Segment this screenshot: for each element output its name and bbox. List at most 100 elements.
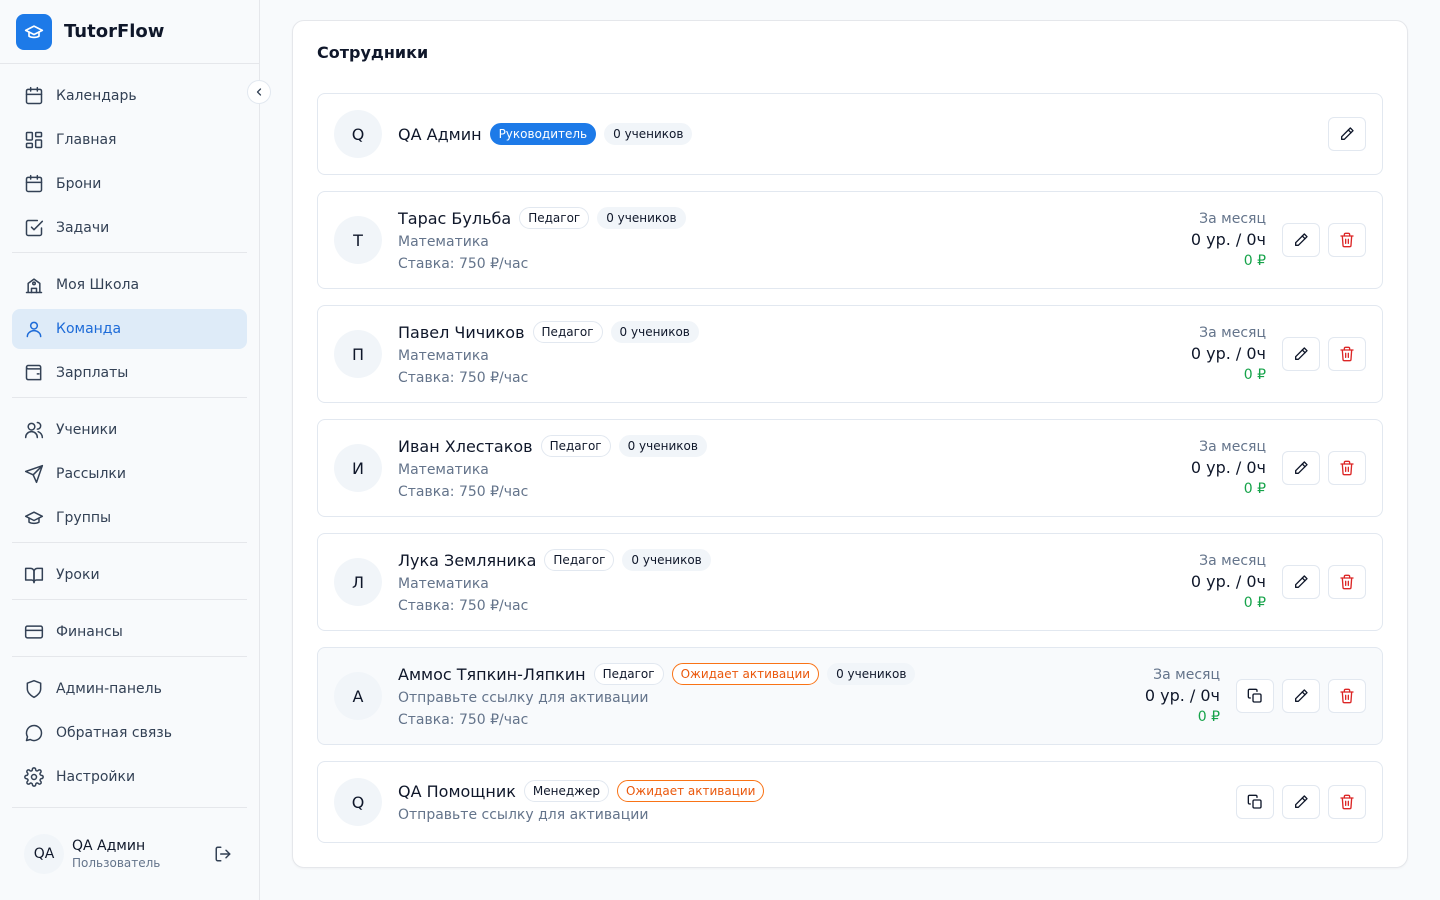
staff-row: П Павел Чичиков Педагог 0 учеников Математик…	[317, 305, 1383, 403]
staff-info: Тарас Бульба Педагог 0 учеников Математика С…	[398, 206, 694, 274]
brand: TutorFlow	[0, 0, 259, 64]
sidebar-item-checkbox-0-3[interactable]: Задачи	[12, 208, 247, 248]
user-profile: QA QA Админ Пользователь	[12, 807, 247, 900]
students-count-badge: 0 учеников	[622, 549, 711, 571]
sidebar-item-label: Команда	[56, 321, 122, 337]
delete-button[interactable]	[1328, 679, 1366, 713]
sidebar: TutorFlow Календарь Главная Брони Задачи Моя…	[0, 0, 260, 900]
role-badge: Педагог	[540, 435, 611, 457]
checkbox-icon	[24, 218, 44, 238]
stats-lessons-hours: 0 ур. / 0ч	[1190, 458, 1266, 477]
sidebar-item-calendar-0-0[interactable]: Календарь	[12, 76, 247, 116]
avatar: Q	[334, 110, 382, 158]
sidebar-item-gear-5-2[interactable]: Настройки	[12, 757, 247, 797]
graduation-cap-icon	[24, 508, 44, 528]
collapse-sidebar-button[interactable]	[247, 80, 271, 104]
stats-earnings: 0 ₽	[1243, 367, 1266, 383]
dashboard-icon	[24, 130, 44, 150]
logout-icon[interactable]	[211, 842, 235, 866]
edit-button[interactable]	[1328, 117, 1366, 151]
avatar[interactable]: QA	[24, 834, 64, 874]
delete-button[interactable]	[1328, 785, 1366, 819]
sidebar-item-label: Уроки	[56, 567, 100, 583]
avatar: Т	[334, 216, 382, 264]
stats-label: За месяц	[1153, 667, 1220, 683]
sidebar-item-label: Обратная связь	[56, 725, 172, 741]
sidebar-item-dashboard-0-1[interactable]: Главная	[12, 120, 247, 160]
edit-button[interactable]	[1282, 337, 1320, 371]
stats-earnings: 0 ₽	[1197, 709, 1220, 725]
delete-button[interactable]	[1328, 223, 1366, 257]
stats-label: За месяц	[1199, 439, 1266, 455]
sidebar-item-school-1-0[interactable]: Моя Школа	[12, 265, 247, 305]
role-badge: Педагог	[519, 207, 590, 229]
delete-button[interactable]	[1328, 565, 1366, 599]
sidebar-item-user-1-1[interactable]: Команда	[12, 309, 247, 349]
pencil-icon	[1293, 346, 1309, 362]
sidebar-item-graduation-cap-2-2[interactable]: Группы	[12, 498, 247, 538]
stats-lessons-hours: 0 ур. / 0ч	[1190, 572, 1266, 591]
trash-icon	[1339, 232, 1355, 248]
sidebar-nav: Календарь Главная Брони Задачи Моя Школа Кома…	[0, 64, 259, 797]
staff-name: Лука Земляника	[398, 550, 537, 570]
delete-button[interactable]	[1328, 451, 1366, 485]
staff-row: А Аммос Тяпкин-Ляпкин Педагог Ожидает актив…	[317, 647, 1383, 745]
avatar: И	[334, 444, 382, 492]
copy-link-button[interactable]	[1236, 785, 1274, 819]
divider	[12, 656, 247, 657]
user-icon	[24, 319, 44, 339]
staff-info: Лука Земляника Педагог 0 учеников Математик…	[398, 548, 719, 616]
staff-name: QA Помощник	[398, 781, 516, 801]
staff-rate: Ставка: 750 ₽/час	[398, 598, 529, 614]
avatar: Л	[334, 558, 382, 606]
staff-name: Аммос Тяпкин-Ляпкин	[398, 664, 586, 684]
role-badge: Педагог	[593, 663, 664, 685]
edit-button[interactable]	[1282, 785, 1320, 819]
name-line: Тарас Бульба Педагог 0 учеников	[398, 206, 694, 230]
message-icon	[24, 723, 44, 743]
staff-rate: Ставка: 750 ₽/час	[398, 712, 529, 728]
students-count-badge: 0 учеников	[597, 207, 686, 229]
school-icon	[24, 275, 44, 295]
app-name: TutorFlow	[64, 21, 165, 42]
sidebar-item-label: Моя Школа	[56, 277, 140, 293]
name-line: Аммос Тяпкин-Ляпкин Педагог Ожидает актива…	[398, 662, 923, 686]
activation-hint: Отправьте ссылку для активации	[398, 807, 649, 823]
stats-earnings: 0 ₽	[1243, 595, 1266, 611]
avatar: П	[334, 330, 382, 378]
sidebar-item-label: Главная	[56, 132, 117, 148]
divider	[12, 599, 247, 600]
staff-rate: Ставка: 750 ₽/час	[398, 370, 529, 386]
copy-link-button[interactable]	[1236, 679, 1274, 713]
user-role: Пользователь	[72, 856, 161, 870]
sidebar-item-label: Группы	[56, 510, 112, 526]
edit-button[interactable]	[1282, 565, 1320, 599]
sidebar-item-label: Зарплаты	[56, 365, 129, 381]
students-count-badge: 0 учеников	[618, 435, 707, 457]
pencil-icon	[1293, 574, 1309, 590]
staff-name: Тарас Бульба	[398, 208, 512, 228]
sidebar-item-wallet-1-2[interactable]: Зарплаты	[12, 353, 247, 393]
sidebar-item-shield-5-0[interactable]: Админ-панель	[12, 669, 247, 709]
sidebar-item-send-2-1[interactable]: Рассылки	[12, 454, 247, 494]
staff-rate: Ставка: 750 ₽/час	[398, 256, 529, 272]
stats-label: За месяц	[1199, 553, 1266, 569]
graduation-cap-icon	[16, 13, 52, 50]
sidebar-item-credit-card-4-0[interactable]: Финансы	[12, 612, 247, 652]
book-icon	[24, 565, 44, 585]
stats-earnings: 0 ₽	[1243, 481, 1266, 497]
stats-lessons-hours: 0 ур. / 0ч	[1144, 686, 1220, 705]
sidebar-item-message-5-1[interactable]: Обратная связь	[12, 713, 247, 753]
role-badge: Педагог	[544, 549, 615, 571]
user-name: QA Админ	[72, 838, 146, 854]
delete-button[interactable]	[1328, 337, 1366, 371]
sidebar-item-calendar-0-2[interactable]: Брони	[12, 164, 247, 204]
send-icon	[24, 464, 44, 484]
sidebar-item-users-2-0[interactable]: Ученики	[12, 410, 247, 450]
edit-button[interactable]	[1282, 451, 1320, 485]
edit-button[interactable]	[1282, 223, 1320, 257]
sidebar-item-book-3-0[interactable]: Уроки	[12, 555, 247, 595]
edit-button[interactable]	[1282, 679, 1320, 713]
monthly-stats: За месяц 0 ур. / 0ч 0 ₽	[1191, 209, 1266, 271]
name-line: Иван Хлестаков Педагог 0 учеников	[398, 434, 715, 458]
